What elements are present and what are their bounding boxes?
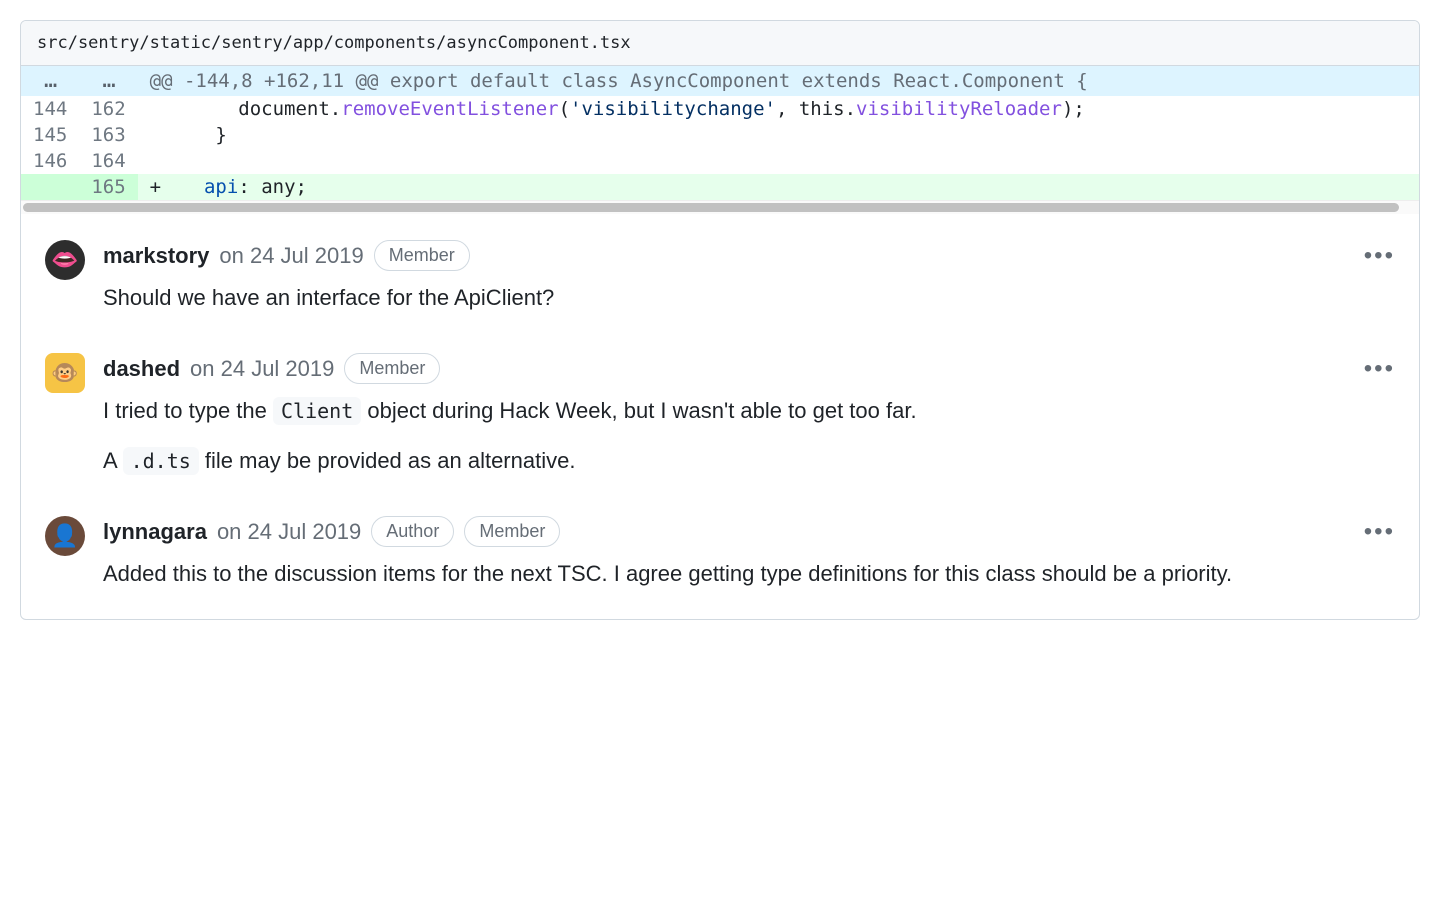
old-line-number[interactable]: 146 <box>21 148 79 174</box>
diff-table: ……@@ -144,8 +162,11 @@ export default cl… <box>21 66 1419 200</box>
hunk-header: @@ -144,8 +162,11 @@ export default clas… <box>138 66 1419 96</box>
file-path[interactable]: src/sentry/static/sentry/app/components/… <box>21 21 1419 66</box>
expand-hunk-button[interactable]: … <box>21 66 79 96</box>
comment-date[interactable]: on 24 Jul 2019 <box>190 356 334 382</box>
new-line-number[interactable]: 165 <box>79 174 137 200</box>
comment-body: Added this to the discussion items for t… <box>103 557 1395 591</box>
new-line-number[interactable]: 164 <box>79 148 137 174</box>
code-line[interactable]: + api: any; <box>138 174 1419 200</box>
old-line-number[interactable]: 144 <box>21 96 79 122</box>
comment-body: Should we have an interface for the ApiC… <box>103 281 1395 315</box>
comment-date[interactable]: on 24 Jul 2019 <box>217 519 361 545</box>
code-line[interactable]: } <box>138 122 1419 148</box>
avatar[interactable]: 🐵 <box>45 353 85 393</box>
comments-section: 👄markstoryon 24 Jul 2019Member•••Should … <box>21 214 1419 619</box>
review-comment: 🐵dashedon 24 Jul 2019Member•••I tried to… <box>45 335 1395 498</box>
comment-author-link[interactable]: dashed <box>103 356 180 382</box>
review-comment: 👄markstoryon 24 Jul 2019Member•••Should … <box>45 222 1395 335</box>
scrollbar-thumb[interactable] <box>23 203 1399 212</box>
code-line[interactable]: document.removeEventListener('visibility… <box>138 96 1419 122</box>
horizontal-scrollbar[interactable] <box>21 200 1419 214</box>
comment-author-link[interactable]: markstory <box>103 243 209 269</box>
avatar[interactable]: 👤 <box>45 516 85 556</box>
diff-container: src/sentry/static/sentry/app/components/… <box>20 20 1420 620</box>
new-line-number[interactable]: 163 <box>79 122 137 148</box>
role-badge: Member <box>374 240 470 271</box>
role-badge: Member <box>464 516 560 547</box>
comment-body: I tried to type the Client object during… <box>103 394 1395 478</box>
new-line-number[interactable]: 162 <box>79 96 137 122</box>
comment-date[interactable]: on 24 Jul 2019 <box>219 243 363 269</box>
review-comment: 👤lynnagaraon 24 Jul 2019AuthorMember•••A… <box>45 498 1395 611</box>
role-badge: Author <box>371 516 454 547</box>
expand-hunk-button[interactable]: … <box>79 66 137 96</box>
old-line-number[interactable] <box>21 174 79 200</box>
code-line[interactable] <box>138 148 1419 174</box>
old-line-number[interactable]: 145 <box>21 122 79 148</box>
avatar[interactable]: 👄 <box>45 240 85 280</box>
role-badge: Member <box>344 353 440 384</box>
comment-author-link[interactable]: lynnagara <box>103 519 207 545</box>
